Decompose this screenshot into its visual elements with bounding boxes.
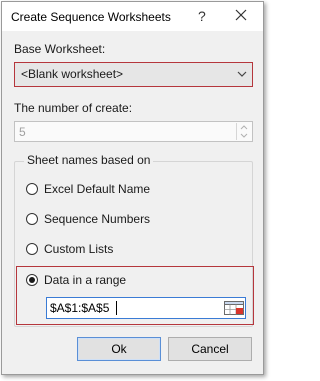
radio-custom-lists[interactable]	[26, 243, 38, 255]
spin-down-icon[interactable]	[237, 132, 251, 140]
option-label-custom-lists[interactable]: Custom Lists	[44, 242, 113, 256]
sheet-names-legend: Sheet names based on	[24, 153, 154, 167]
radio-sequence-numbers[interactable]	[26, 213, 38, 225]
dialog-title: Create Sequence Worksheets	[11, 10, 171, 24]
base-worksheet-value: <Blank worksheet>	[21, 67, 124, 81]
number-of-create-label: The number of create:	[14, 101, 133, 115]
option-label-excel-default-name[interactable]: Excel Default Name	[44, 182, 150, 196]
title-bar: Create Sequence Worksheets ?	[2, 2, 263, 31]
help-button[interactable]: ?	[198, 8, 206, 24]
create-sequence-worksheets-dialog: Create Sequence Worksheets ? Base Worksh…	[1, 1, 264, 375]
range-input[interactable]: $A$1:$A$5	[46, 297, 246, 319]
range-input-value: $A$1:$A$5	[50, 301, 110, 315]
spinner-buttons	[236, 123, 251, 140]
range-select-icon[interactable]	[222, 298, 246, 318]
number-of-create-value: 5	[19, 125, 26, 139]
chevron-down-icon	[237, 71, 247, 77]
option-label-data-in-a-range[interactable]: Data in a range	[44, 273, 126, 287]
radio-data-in-a-range[interactable]	[26, 274, 38, 286]
base-worksheet-dropdown[interactable]: <Blank worksheet>	[14, 62, 253, 87]
ok-button[interactable]: Ok	[77, 337, 161, 361]
option-label-sequence-numbers[interactable]: Sequence Numbers	[44, 212, 150, 226]
number-of-create-spinner[interactable]: 5	[14, 121, 253, 142]
text-cursor	[116, 301, 117, 315]
base-worksheet-label: Base Worksheet:	[14, 42, 106, 56]
radio-excel-default-name[interactable]	[26, 183, 38, 195]
spin-up-icon[interactable]	[237, 123, 251, 131]
cancel-button[interactable]: Cancel	[168, 337, 252, 361]
close-icon[interactable]	[230, 5, 252, 25]
